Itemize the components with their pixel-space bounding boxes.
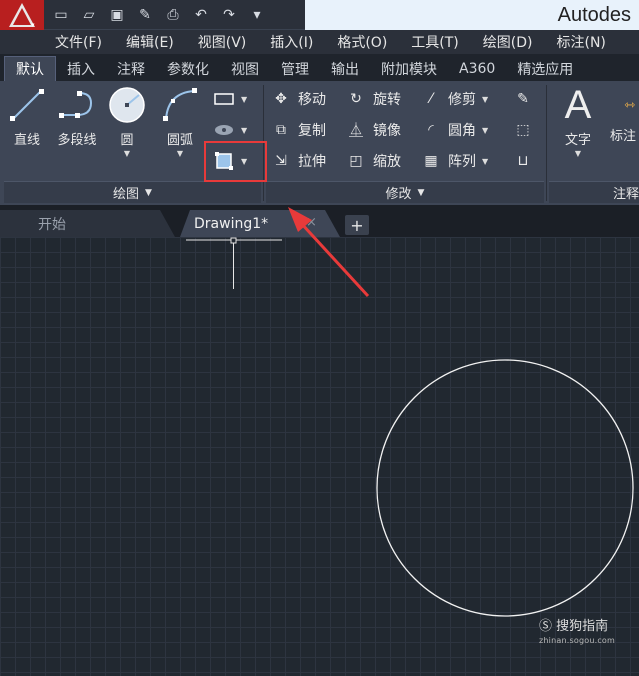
watermark-brand: Ⓢ 搜狗指南 — [539, 620, 615, 634]
watermark-brand-text: 搜狗指南 — [556, 619, 609, 634]
annotation-arrow — [288, 207, 370, 298]
arrow-head — [288, 207, 312, 232]
sogou-logo-icon: Ⓢ — [539, 619, 553, 634]
arrow-shaft — [298, 220, 370, 298]
watermark-url: zhinan.sogou.com — [539, 636, 616, 645]
watermark: Ⓢ 搜狗指南 zhinan.sogou.com — [539, 620, 615, 648]
